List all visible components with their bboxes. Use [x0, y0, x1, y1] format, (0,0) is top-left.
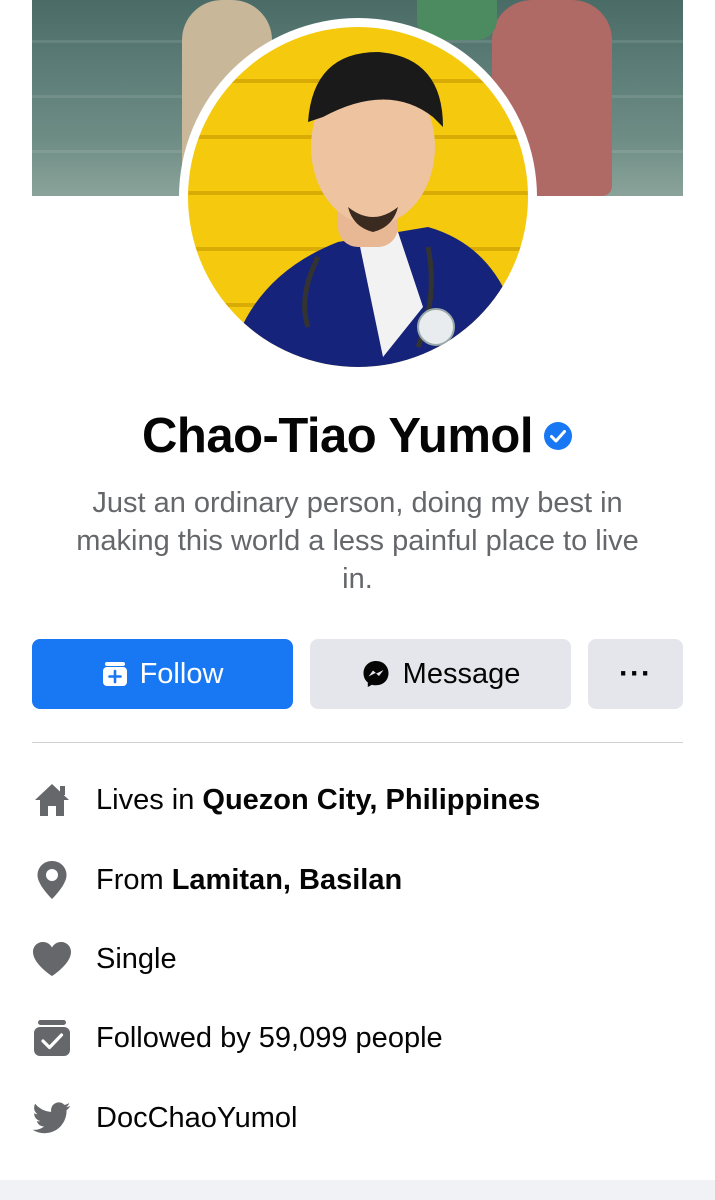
message-label: Message — [402, 657, 521, 690]
lives-in-place[interactable]: Quezon City, Philippines — [202, 784, 540, 817]
location-pin-icon — [32, 860, 72, 900]
profile-bio: Just an ordinary person, doing my best i… — [76, 487, 639, 595]
from-place[interactable]: Lamitan, Basilan — [172, 864, 402, 897]
follow-button[interactable]: Follow — [32, 639, 293, 709]
more-options-button[interactable]: ··· — [588, 639, 683, 709]
intro-twitter: DocChaoYumol — [32, 1096, 298, 1140]
twitter-icon — [32, 1098, 72, 1138]
messenger-icon — [361, 659, 391, 689]
profile-name-row: Chao-Tiao Yumol — [0, 408, 715, 464]
followers-icon — [32, 1018, 72, 1058]
section-divider — [32, 742, 683, 743]
intro-lives-in: Lives in Quezon City, Philippines — [32, 778, 540, 822]
profile-name: Chao-Tiao Yumol — [142, 409, 533, 463]
intro-followers: Followed by 59,099 people — [32, 1016, 443, 1060]
verified-badge-icon — [543, 421, 573, 451]
followers-count[interactable]: Followed by 59,099 people — [96, 1022, 443, 1055]
follow-label: Follow — [139, 657, 224, 690]
profile-picture[interactable] — [188, 27, 528, 367]
from-prefix: From — [96, 863, 172, 896]
heart-icon — [32, 939, 72, 979]
profile-portrait-illustration — [228, 52, 518, 367]
twitter-handle[interactable]: DocChaoYumol — [96, 1102, 298, 1135]
home-icon — [32, 780, 72, 820]
lives-in-prefix: Lives in — [96, 783, 203, 816]
message-button[interactable]: Message — [310, 639, 571, 709]
intro-from: From Lamitan, Basilan — [32, 858, 402, 902]
intro-relationship: Single — [32, 937, 177, 981]
more-options-icon: ··· — [619, 657, 652, 690]
relationship-status: Single — [96, 942, 177, 975]
bottom-background-strip — [0, 1180, 715, 1200]
follow-icon — [102, 661, 128, 687]
